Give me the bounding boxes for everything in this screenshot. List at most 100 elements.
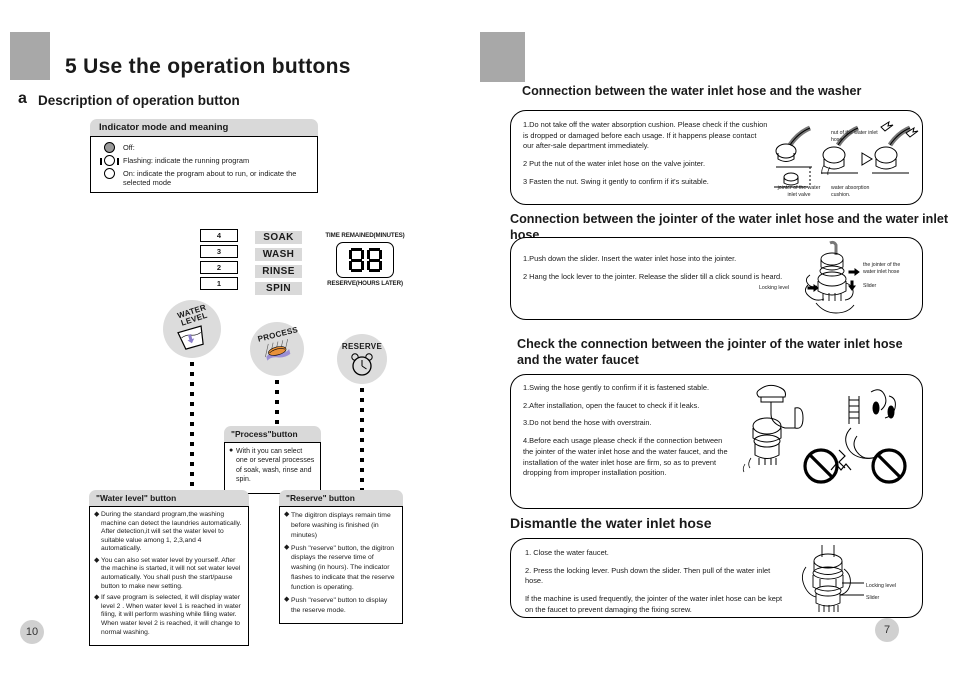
callout-water-level-button: "Water level" button ◆ During the standa…	[89, 490, 249, 647]
art-label-locking-level: Locking level	[759, 285, 789, 291]
led-on-icon	[95, 167, 123, 179]
chapter-corner-tab	[10, 32, 50, 80]
reserve-knob[interactable]: RESERVE	[337, 334, 387, 384]
page-number-left: 10	[20, 620, 44, 644]
section-title: Description of operation button	[38, 93, 240, 108]
right-corner-tab	[480, 32, 525, 82]
bullet-marker: ◆	[94, 511, 100, 518]
left-page: 5 Use the operation buttons a Descriptio…	[0, 0, 477, 676]
art-label-hose-jointer: the jointer of the water inlet hose	[863, 262, 901, 275]
display-bottom-label: RESERVE(HOURS LATER)	[327, 280, 403, 287]
indicator-row-off: Off:	[95, 141, 313, 153]
program-label-wash: WASH	[255, 248, 302, 261]
bullet-marker: ◆	[284, 595, 290, 603]
callout-process-header: "Process"button	[224, 426, 321, 442]
water-level-indicator-stack: 4 3 2 1	[200, 229, 238, 293]
bullet-marker: ◆	[284, 543, 290, 551]
art-label-cushion: water absorption cushion.	[831, 185, 870, 198]
bullet-text: With it you can select one or several pr…	[236, 448, 315, 484]
callout-reserve-body: ◆ The digitron displays remain time befo…	[279, 506, 403, 625]
indicator-legend-body: Off: Flashing: indicate the running prog…	[90, 136, 318, 194]
callout-process-button: "Process"button ● With it you can select…	[224, 426, 321, 494]
paragraph: 2. Press the locking lever. Push down th…	[525, 565, 771, 586]
section-text-inlet-hose-washer: 1.Do not take off the water absorption c…	[523, 120, 768, 195]
page-number-right: 7	[875, 618, 899, 642]
digital-display: TIME REMAINED(MINUTES) RESERVE(HOURS LAT…	[320, 232, 410, 287]
bullet-item: ◆ If save program is selected, it will d…	[94, 594, 243, 637]
paragraph: 1.Do not take off the water absorption c…	[523, 120, 768, 151]
section-title-dismantle: Dismantle the water inlet hose	[510, 515, 712, 531]
section-letter: a	[18, 90, 27, 107]
callout-water-level-body: ◆ During the standard program,the washin…	[89, 506, 249, 647]
art-label-valve-jointer: jointer of the water inlet valve	[777, 185, 821, 198]
right-page: Connection between the water inlet hose …	[477, 0, 954, 676]
bullet-marker: ◆	[94, 556, 100, 564]
page-number-left-value: 10	[25, 626, 39, 638]
bullet-marker: ◆	[94, 594, 100, 602]
slider-jointer-illustration	[805, 240, 860, 314]
bullet-text: During the standard program,the washing …	[101, 511, 242, 553]
bullet-item: ◆ You can also set water level by yourse…	[94, 557, 243, 591]
display-digit-ones	[366, 248, 382, 272]
alarm-clock-icon	[351, 353, 373, 377]
program-label-spin: SPIN	[255, 282, 302, 295]
art-label-dismantle-locking-level: Locking level	[866, 583, 896, 589]
leader-line-process	[275, 380, 279, 430]
bullet-item: ◆ Push "reserve" button to display the r…	[284, 596, 397, 616]
indicator-row-off-label: Off:	[123, 143, 135, 152]
callout-reserve-header: "Reserve" button	[279, 490, 403, 506]
faucet-warning-illustration	[742, 384, 907, 484]
callout-water-level-header: "Water level" button	[89, 490, 249, 506]
bullet-item: ◆ Push "reserve" button, the digitron di…	[284, 544, 397, 593]
paragraph: 3 Fasten the nut. Swing it gently to con…	[523, 176, 709, 186]
paragraph: 1. Close the water faucet.	[525, 548, 609, 557]
section-box-check-connection: 1.Swing the hose gently to confirm if it…	[510, 374, 923, 509]
indicator-row-flashing: Flashing: indicate the running program	[95, 154, 313, 166]
paragraph: 1.Push down the slider. Insert the water…	[523, 254, 737, 263]
paragraph: 2 Hang the lock lever to the jointer. Re…	[523, 271, 783, 281]
bullet-marker: ◆	[284, 511, 290, 518]
bullet-item: ● With it you can select one or several …	[229, 447, 315, 485]
bullet-text: Push "reserve" button, the digitron disp…	[291, 544, 395, 591]
led-flashing-icon	[95, 154, 123, 166]
bullet-text: If save program is selected, it will dis…	[101, 594, 241, 636]
paragraph: 4.Before each usage please check if the …	[523, 436, 728, 478]
art-label-slider: Slider	[863, 283, 877, 289]
paragraph: If the machine is used frequently, the j…	[525, 594, 783, 614]
bullet-text: You can also set water level by yourself…	[101, 556, 241, 590]
bullet-marker: ●	[229, 447, 234, 454]
indicator-legend-box: Indicator mode and meaning Off: Flashing…	[90, 119, 318, 194]
water-level-cell-1: 1	[200, 277, 238, 290]
process-knob[interactable]: PROCESS	[250, 322, 304, 376]
page-title: 5 Use the operation buttons	[65, 55, 351, 78]
section-title-check-connection: Check the connection between the jointer…	[517, 337, 903, 367]
indicator-legend-header: Indicator mode and meaning	[90, 119, 318, 136]
indicator-row-flashing-label: Flashing: indicate the running program	[123, 156, 250, 165]
indicator-row-on: On: indicate the program about to run, o…	[95, 167, 313, 187]
section-text-jointer-inlet-hose: 1.Push down the slider. Insert the water…	[523, 254, 783, 289]
reserve-knob-label: RESERVE	[341, 342, 383, 351]
bullet-item: ◆ During the standard program,the washin…	[94, 511, 243, 554]
section-text-dismantle: 1. Close the water faucet. 2. Press the …	[525, 548, 790, 623]
paragraph: 1.Swing the hose gently to confirm if it…	[523, 383, 710, 392]
art-label-nut: nut of the water inlet hose	[831, 130, 878, 143]
bullet-item: ◆ The digitron displays remain time befo…	[284, 511, 397, 541]
paragraph: 2 Put the nut of the water inlet hose on…	[523, 159, 706, 169]
display-digit-tens	[348, 248, 364, 272]
page-number-right-value: 7	[883, 624, 891, 636]
callout-reserve-button: "Reserve" button ◆ The digitron displays…	[279, 490, 403, 625]
section-box-jointer-inlet-hose: 1.Push down the slider. Insert the water…	[510, 237, 923, 320]
bullet-text: Push "reserve" button to display the res…	[291, 596, 388, 614]
display-top-label: TIME REMAINED(MINUTES)	[325, 232, 405, 239]
callout-process-body: ● With it you can select one or several …	[224, 442, 321, 494]
paragraph: 3.Do not bend the hose with overstrain.	[523, 418, 652, 428]
section-title-inlet-hose-washer: Connection between the water inlet hose …	[522, 84, 862, 98]
leader-line-water-level	[190, 362, 194, 492]
art-label-dismantle-slider: Slider	[866, 595, 880, 601]
program-label-soak: SOAK	[255, 231, 302, 244]
display-screen	[336, 242, 394, 278]
water-level-cell-3: 3	[200, 245, 238, 258]
dismantle-jointer-illustration	[801, 545, 864, 612]
water-level-knob[interactable]: WATER LEVEL	[163, 300, 221, 358]
paragraph: 2.After installation, open the faucet to…	[523, 400, 700, 410]
